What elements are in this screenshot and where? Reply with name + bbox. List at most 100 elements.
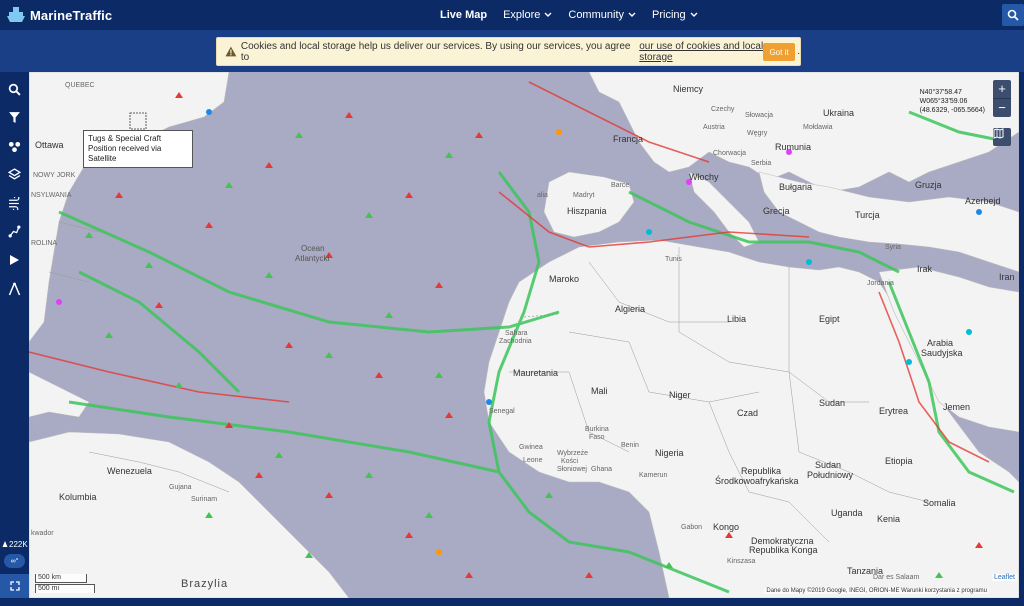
map-toggle-pill[interactable]: ∞° <box>4 554 25 568</box>
label-azerbaijan: Azerbejd <box>965 196 1001 206</box>
nav-community[interactable]: Community <box>568 9 636 21</box>
chevron-down-icon <box>628 12 636 17</box>
label-venezuela: Wenezuela <box>107 466 152 476</box>
warning-icon <box>225 46 237 57</box>
label-libya: Libia <box>727 314 747 324</box>
label-croatia: Chorwacja <box>713 150 747 157</box>
chevron-down-icon <box>544 12 552 17</box>
label-eritrea: Erytrea <box>879 406 909 416</box>
coord-lon: W065°33'59.06 <box>919 98 968 105</box>
got-it-button[interactable]: Got it <box>763 43 795 61</box>
label-uganda: Uganda <box>831 508 863 518</box>
cookie-period: . <box>797 46 800 57</box>
label-jordan: Jordania <box>867 280 894 287</box>
brand-logo[interactable]: MarineTraffic <box>6 5 112 25</box>
layers-icon <box>8 167 21 180</box>
sidebar-route-button[interactable] <box>0 217 29 245</box>
label-spain: Hiszpania <box>567 206 607 216</box>
label-romania: Rumunia <box>775 142 812 152</box>
chevron-down-icon <box>690 12 698 17</box>
label-kenya: Kenia <box>877 514 901 524</box>
label-greece: Grecja <box>763 206 790 216</box>
label-turkey: Turcja <box>855 210 880 220</box>
label-car-2: Środkowoafrykańska <box>715 476 799 486</box>
sidebar-filter-button[interactable] <box>0 103 29 131</box>
tooltip-position-source: Position received via Satellite <box>88 144 162 163</box>
live-map[interactable]: QUEBEC Ottawa NOWY JORK NSYLWANIA ROLINA… <box>29 72 1019 598</box>
nav-explore[interactable]: Explore <box>503 9 552 21</box>
scale-bar: 500 km 500 mi <box>35 574 95 593</box>
label-portugal: alia <box>537 192 548 199</box>
sidebar-layers-button[interactable] <box>0 160 29 188</box>
main-nav: Live Map Explore Community Pricing <box>432 0 706 30</box>
label-ukraine: Ukraina <box>823 108 855 118</box>
label-carolina: ROLINA <box>31 240 58 247</box>
label-s-sudan-1: Sudan <box>815 460 842 470</box>
label-guinea: Gwinea <box>519 444 543 451</box>
label-serbia: Serbia <box>751 160 772 167</box>
label-chad: Czad <box>737 408 759 418</box>
nav-explore-label: Explore <box>503 9 541 21</box>
label-cameroon: Kamerun <box>639 472 668 479</box>
compass-icon <box>8 282 21 296</box>
bottom-edge <box>29 598 1024 606</box>
label-burkina-2: Faso <box>589 434 605 441</box>
global-search-button[interactable] <box>1002 4 1024 26</box>
nav-pricing[interactable]: Pricing <box>652 9 698 21</box>
label-sudan: Sudan <box>819 398 846 408</box>
map-attribution[interactable]: Dane do Mapy ©2019 Google, INEGI, ORION-… <box>764 588 989 594</box>
label-car-1: Republika <box>741 466 782 476</box>
label-iraq: Irak <box>917 264 933 274</box>
label-mauritania: Mauretania <box>513 368 559 378</box>
label-syria: Syria <box>885 244 901 251</box>
label-hungary: Węgry <box>747 130 768 137</box>
sidebar-weather-button[interactable] <box>0 189 29 217</box>
sidebar-search-button[interactable] <box>0 75 29 103</box>
label-quebec: QUEBEC <box>65 82 95 89</box>
label-slovakia: Słowacja <box>745 112 774 119</box>
label-w-sahara-1: Sahara <box>505 330 528 337</box>
label-nigeria: Nigeria <box>655 448 684 458</box>
label-georgia: Gruzja <box>915 180 942 190</box>
label-brazil: Brazylia <box>181 578 229 590</box>
label-morocco: Maroko <box>549 274 580 284</box>
sidebar-density-button[interactable] <box>0 132 29 160</box>
label-iran: Iran <box>999 272 1015 282</box>
scale-km: 500 km <box>35 574 87 583</box>
coord-decimal: (48.6329, -065.5664) <box>919 107 985 114</box>
zoom-control: + − <box>993 80 1011 117</box>
nav-live-map-label: Live Map <box>440 9 488 21</box>
label-austria: Austria <box>703 124 725 131</box>
label-saudi-1: Arabia <box>927 338 954 348</box>
leaflet-link[interactable]: Leaflet <box>991 574 1017 581</box>
label-ghana: Ghana <box>591 466 613 473</box>
sidebar-measure-button[interactable] <box>0 275 29 303</box>
sidebar-playback-button[interactable] <box>0 246 29 274</box>
label-atlantic: Atlantycki <box>295 254 330 263</box>
nav-live-map[interactable]: Live Map <box>440 9 487 21</box>
label-suriname: Surinam <box>191 496 218 503</box>
label-italy: Włochy <box>689 172 719 182</box>
label-barcelona: Barce <box>611 182 630 189</box>
fullscreen-button[interactable] <box>0 574 29 598</box>
label-germany: Niemcy <box>673 84 704 94</box>
search-icon <box>1007 9 1019 21</box>
nav-community-label: Community <box>568 9 624 21</box>
label-new-york: NOWY JORK <box>33 172 76 179</box>
label-drc-2: Republika Konga <box>749 545 818 555</box>
expand-icon <box>9 581 20 591</box>
label-dar: Dar es Salaam <box>873 574 920 581</box>
tooltip-vessel-type: Tugs & Special Craft <box>88 134 162 143</box>
label-ethiopia: Etiopia <box>885 456 913 466</box>
map-type-button[interactable] <box>993 128 1011 146</box>
top-navbar: MarineTraffic Live Map Explore Community… <box>0 0 1024 30</box>
filter-icon <box>9 111 20 123</box>
label-egypt: Egipt <box>819 314 840 324</box>
map-sidebar: 222K ∞° <box>0 72 29 606</box>
zoom-in-button[interactable]: + <box>993 80 1011 98</box>
label-pennsylvania: NSYLWANIA <box>31 192 72 199</box>
label-s-sudan-2: Południowy <box>807 470 854 480</box>
zoom-out-button[interactable]: − <box>993 98 1011 117</box>
scale-mi: 500 mi <box>35 584 95 593</box>
label-algeria: Algieria <box>615 304 646 314</box>
